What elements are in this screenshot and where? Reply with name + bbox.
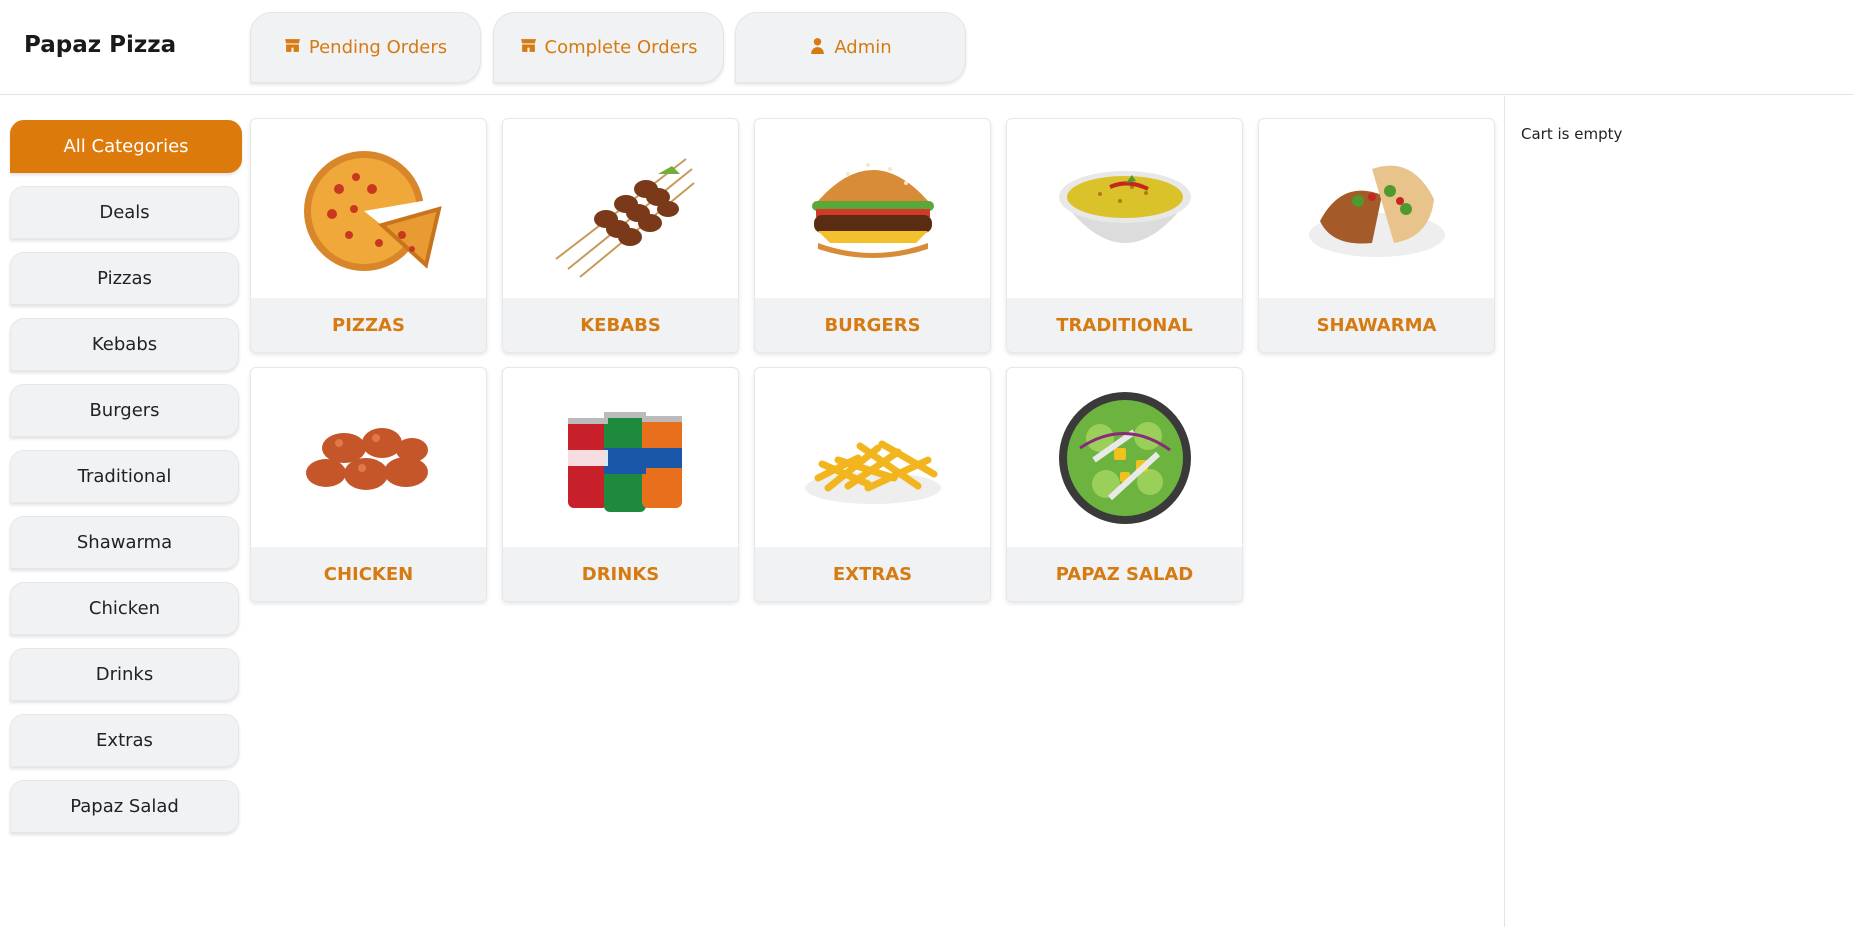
daal-bowl-image [1007, 119, 1242, 299]
salad-bowl-image [1007, 368, 1242, 548]
tab-label: Pending Orders [308, 37, 448, 58]
fries-image [755, 368, 990, 548]
tile-label: SHAWARMA [1259, 298, 1494, 352]
tile-kebabs[interactable]: KEBABS [502, 118, 739, 353]
tile-pizzas[interactable]: PIZZAS [250, 118, 487, 353]
pizza-image [251, 119, 486, 299]
tab-pending-orders[interactable]: Pending Orders [250, 12, 481, 83]
tile-chicken[interactable]: CHICKEN [250, 367, 487, 602]
soda-cans-image [503, 368, 738, 548]
category-burgers[interactable]: Burgers [10, 384, 239, 437]
category-kebabs[interactable]: Kebabs [10, 318, 239, 371]
cart-empty-text: Cart is empty [1521, 125, 1623, 143]
tile-label: TRADITIONAL [1007, 298, 1242, 352]
tab-admin[interactable]: Admin [735, 12, 966, 83]
tile-traditional[interactable]: TRADITIONAL [1006, 118, 1243, 353]
tile-papaz-salad[interactable]: PAPAZ SALAD [1006, 367, 1243, 602]
tile-label: PAPAZ SALAD [1007, 547, 1242, 601]
category-grid: PIZZAS KEBABS BURGERS TRADITIONAL SHAWAR… [250, 118, 1500, 918]
category-chicken[interactable]: Chicken [10, 582, 239, 635]
category-papaz-salad[interactable]: Papaz Salad [10, 780, 239, 833]
tile-label: BURGERS [755, 298, 990, 352]
cart-panel: Cart is empty [1504, 96, 1854, 927]
burger-image [755, 119, 990, 299]
tile-label: CHICKEN [251, 547, 486, 601]
category-pizzas[interactable]: Pizzas [10, 252, 239, 305]
category-shawarma[interactable]: Shawarma [10, 516, 239, 569]
store-icon [284, 37, 301, 59]
tile-burgers[interactable]: BURGERS [754, 118, 991, 353]
tab-label: Admin [834, 37, 892, 58]
shawarma-image [1259, 119, 1494, 299]
category-all[interactable]: All Categories [10, 120, 242, 173]
store-icon [520, 37, 537, 59]
top-header: Papaz Pizza Pending Orders Complete Orde… [0, 0, 1854, 95]
user-icon [809, 37, 826, 59]
brand-title: Papaz Pizza [24, 32, 177, 58]
category-sidebar: All Categories Deals Pizzas Kebabs Burge… [0, 96, 245, 927]
tile-label: KEBABS [503, 298, 738, 352]
category-extras[interactable]: Extras [10, 714, 239, 767]
tile-label: DRINKS [503, 547, 738, 601]
tile-label: EXTRAS [755, 547, 990, 601]
tab-label: Complete Orders [544, 37, 698, 58]
kebab-image [503, 119, 738, 299]
tile-shawarma[interactable]: SHAWARMA [1258, 118, 1495, 353]
tile-extras[interactable]: EXTRAS [754, 367, 991, 602]
tile-label: PIZZAS [251, 298, 486, 352]
category-drinks[interactable]: Drinks [10, 648, 239, 701]
category-traditional[interactable]: Traditional [10, 450, 239, 503]
category-deals[interactable]: Deals [10, 186, 239, 239]
tab-complete-orders[interactable]: Complete Orders [493, 12, 724, 83]
tile-drinks[interactable]: DRINKS [502, 367, 739, 602]
chicken-wings-image [251, 368, 486, 548]
